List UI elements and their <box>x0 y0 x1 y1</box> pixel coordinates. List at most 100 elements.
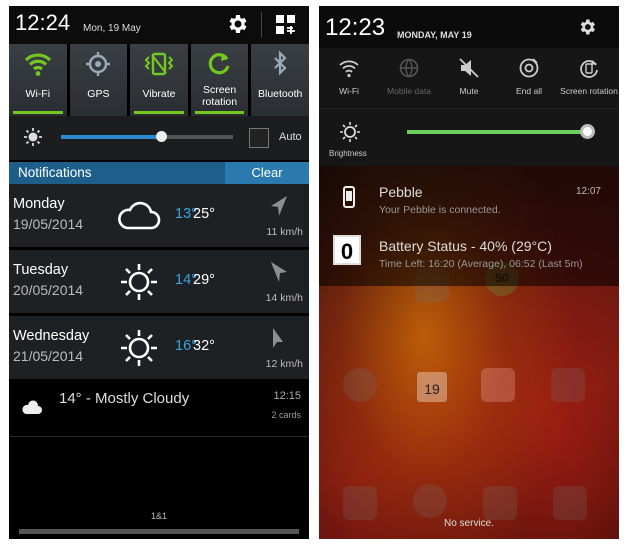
app-icon <box>343 368 377 402</box>
forecast-wind: 12 km/h <box>265 358 303 370</box>
toggle-screen-rotation-active-bar <box>194 111 245 114</box>
forecast-row[interactable]: Tuesday 20/05/2014 14° 29° 14 km/h <box>9 250 309 314</box>
toggle-screen-rotation-label: Screen rotation <box>560 86 618 96</box>
no-service-label: No service. <box>443 518 494 529</box>
forecast-day: Monday <box>13 196 65 212</box>
wind-direction-icon <box>273 328 283 348</box>
forecast-date: 21/05/2014 <box>13 348 84 364</box>
sun-icon <box>121 264 157 300</box>
toggle-mobile-data[interactable]: Mobile data <box>379 48 439 108</box>
left-status-header: 12:24 Mon, 19 May <box>9 6 309 44</box>
cloud-icon <box>118 201 161 230</box>
forecast-wind: 11 km/h <box>266 226 303 238</box>
header-divider <box>261 12 262 38</box>
toggle-wifi[interactable]: Wi-Fi <box>9 44 67 116</box>
toggle-end-all-label: End all <box>516 86 542 96</box>
toggle-wifi-label: Wi-Fi <box>339 86 359 96</box>
left-clock: 12:24 <box>15 10 71 35</box>
wifi-icon <box>24 53 51 76</box>
notification-title: Battery Status - 40% (29°C) <box>379 238 552 254</box>
brightness-fill <box>61 135 161 139</box>
forecast-high: 29° <box>193 272 215 288</box>
toggle-wifi-label: Wi-Fi <box>25 88 51 100</box>
toggle-vibrate-label: Vibrate <box>142 88 176 100</box>
app-icon <box>481 368 515 402</box>
dock-icon <box>483 486 517 520</box>
brightness-slider[interactable] <box>407 124 595 139</box>
mute-icon <box>459 58 479 78</box>
brightness-fill <box>407 130 587 134</box>
clear-button[interactable]: Clear <box>225 162 309 184</box>
notification-subtitle: Your Pebble is connected. <box>379 204 501 216</box>
drag-handle[interactable] <box>19 529 299 534</box>
cloud-icon <box>22 400 42 414</box>
toggle-bluetooth[interactable]: Bluetooth <box>251 44 309 116</box>
toggle-end-all[interactable]: End all <box>499 48 559 108</box>
divider <box>9 436 309 437</box>
forecast-day: Tuesday <box>13 262 69 278</box>
gps-icon <box>86 52 111 76</box>
brightness-slider[interactable] <box>61 131 233 142</box>
toggle-screen-rotation-label: Screen rotation <box>202 84 238 108</box>
notification-title: Pebble <box>379 184 423 200</box>
screen-rotation-icon <box>580 60 598 78</box>
dock-icon <box>343 486 377 520</box>
wind-direction-icon <box>271 196 287 216</box>
left-notification-panel: 12:24 Mon, 19 May Wi-Fi GPS Vibrate Scre… <box>9 6 309 539</box>
right-quick-toggles: Wi-Fi Mobile data Mute End all Screen ro… <box>319 48 619 108</box>
brightness-label: Brightness <box>329 149 367 158</box>
toggle-mute[interactable]: Mute <box>439 48 499 108</box>
calendar-app-icon: 19 <box>417 372 447 402</box>
current-weather-notification[interactable]: 14° - Mostly Cloudy 12:15 2 cards <box>9 384 309 436</box>
toggle-vibrate[interactable]: Vibrate <box>130 44 188 116</box>
sun-icon <box>121 330 157 366</box>
forecast-date: 20/05/2014 <box>13 282 84 298</box>
current-weather-time: 12:15 <box>273 390 301 402</box>
forecast-day: Wednesday <box>13 328 90 344</box>
grid-toggle-icon[interactable] <box>275 14 297 36</box>
forecast-row[interactable]: Monday 19/05/2014 13° 25° 11 km/h <box>9 184 309 248</box>
wifi-icon <box>339 60 359 78</box>
auto-brightness-checkbox[interactable] <box>249 128 269 148</box>
dock-icon <box>413 484 447 518</box>
forecast-high: 25° <box>193 206 215 222</box>
brightness-knob[interactable] <box>580 124 595 139</box>
notification-battery[interactable]: 0 Battery Status - 40% (29°C) Time Left:… <box>319 234 619 288</box>
brightness-icon <box>340 122 360 142</box>
brightness-knob[interactable] <box>155 131 167 142</box>
toggle-wifi[interactable]: Wi-Fi <box>319 48 379 108</box>
battery-badge: 0 <box>333 235 361 265</box>
current-weather-cards: 2 cards <box>271 410 301 420</box>
toggle-screen-rotation[interactable]: Screen rotation <box>190 44 249 116</box>
toggle-bluetooth-label: Bluetooth <box>257 88 303 100</box>
toggle-gps[interactable]: GPS <box>69 44 128 116</box>
phone-icon <box>343 186 355 208</box>
screen-rotation-icon <box>208 53 230 75</box>
left-brightness-row: Auto <box>9 116 309 160</box>
forecast-date: 19/05/2014 <box>13 216 84 232</box>
notifications-title: Notifications <box>18 165 92 180</box>
toggle-vibrate-active-bar <box>134 111 184 114</box>
comparison-stage: 12:24 Mon, 19 May Wi-Fi GPS Vibrate Scre… <box>0 0 628 551</box>
gear-icon[interactable] <box>577 17 597 37</box>
forecast-row[interactable]: Wednesday 21/05/2014 16° 32° 12 km/h <box>9 316 309 380</box>
wind-direction-icon <box>271 262 287 282</box>
notification-subtitle: Time Left: 16:20 (Average), 06:52 (Last … <box>379 258 583 270</box>
right-status-header: 12:23 MONDAY, MAY 19 <box>319 6 619 48</box>
gear-icon[interactable] <box>225 12 249 36</box>
toggle-mobile-data-label: Mobile data <box>387 86 431 96</box>
left-quick-toggles: Wi-Fi GPS Vibrate Screen rotation Blueto… <box>9 44 309 116</box>
brightness-icon <box>24 128 42 146</box>
bluetooth-icon <box>274 50 287 76</box>
auto-brightness-label: Auto <box>279 131 302 143</box>
dock-icon <box>553 486 587 520</box>
carrier-label: 1&1 <box>150 511 167 521</box>
notification-pebble[interactable]: Pebble Your Pebble is connected. 12:07 <box>319 180 619 234</box>
right-date: MONDAY, MAY 19 <box>397 30 472 40</box>
toggle-wifi-active-bar <box>13 111 63 114</box>
forecast-wind: 14 km/h <box>265 292 303 304</box>
toggle-screen-rotation[interactable]: Screen rotation <box>559 48 619 108</box>
right-clock: 12:23 <box>325 14 386 41</box>
end-all-icon <box>519 58 539 78</box>
toggle-mute-label: Mute <box>459 86 479 96</box>
